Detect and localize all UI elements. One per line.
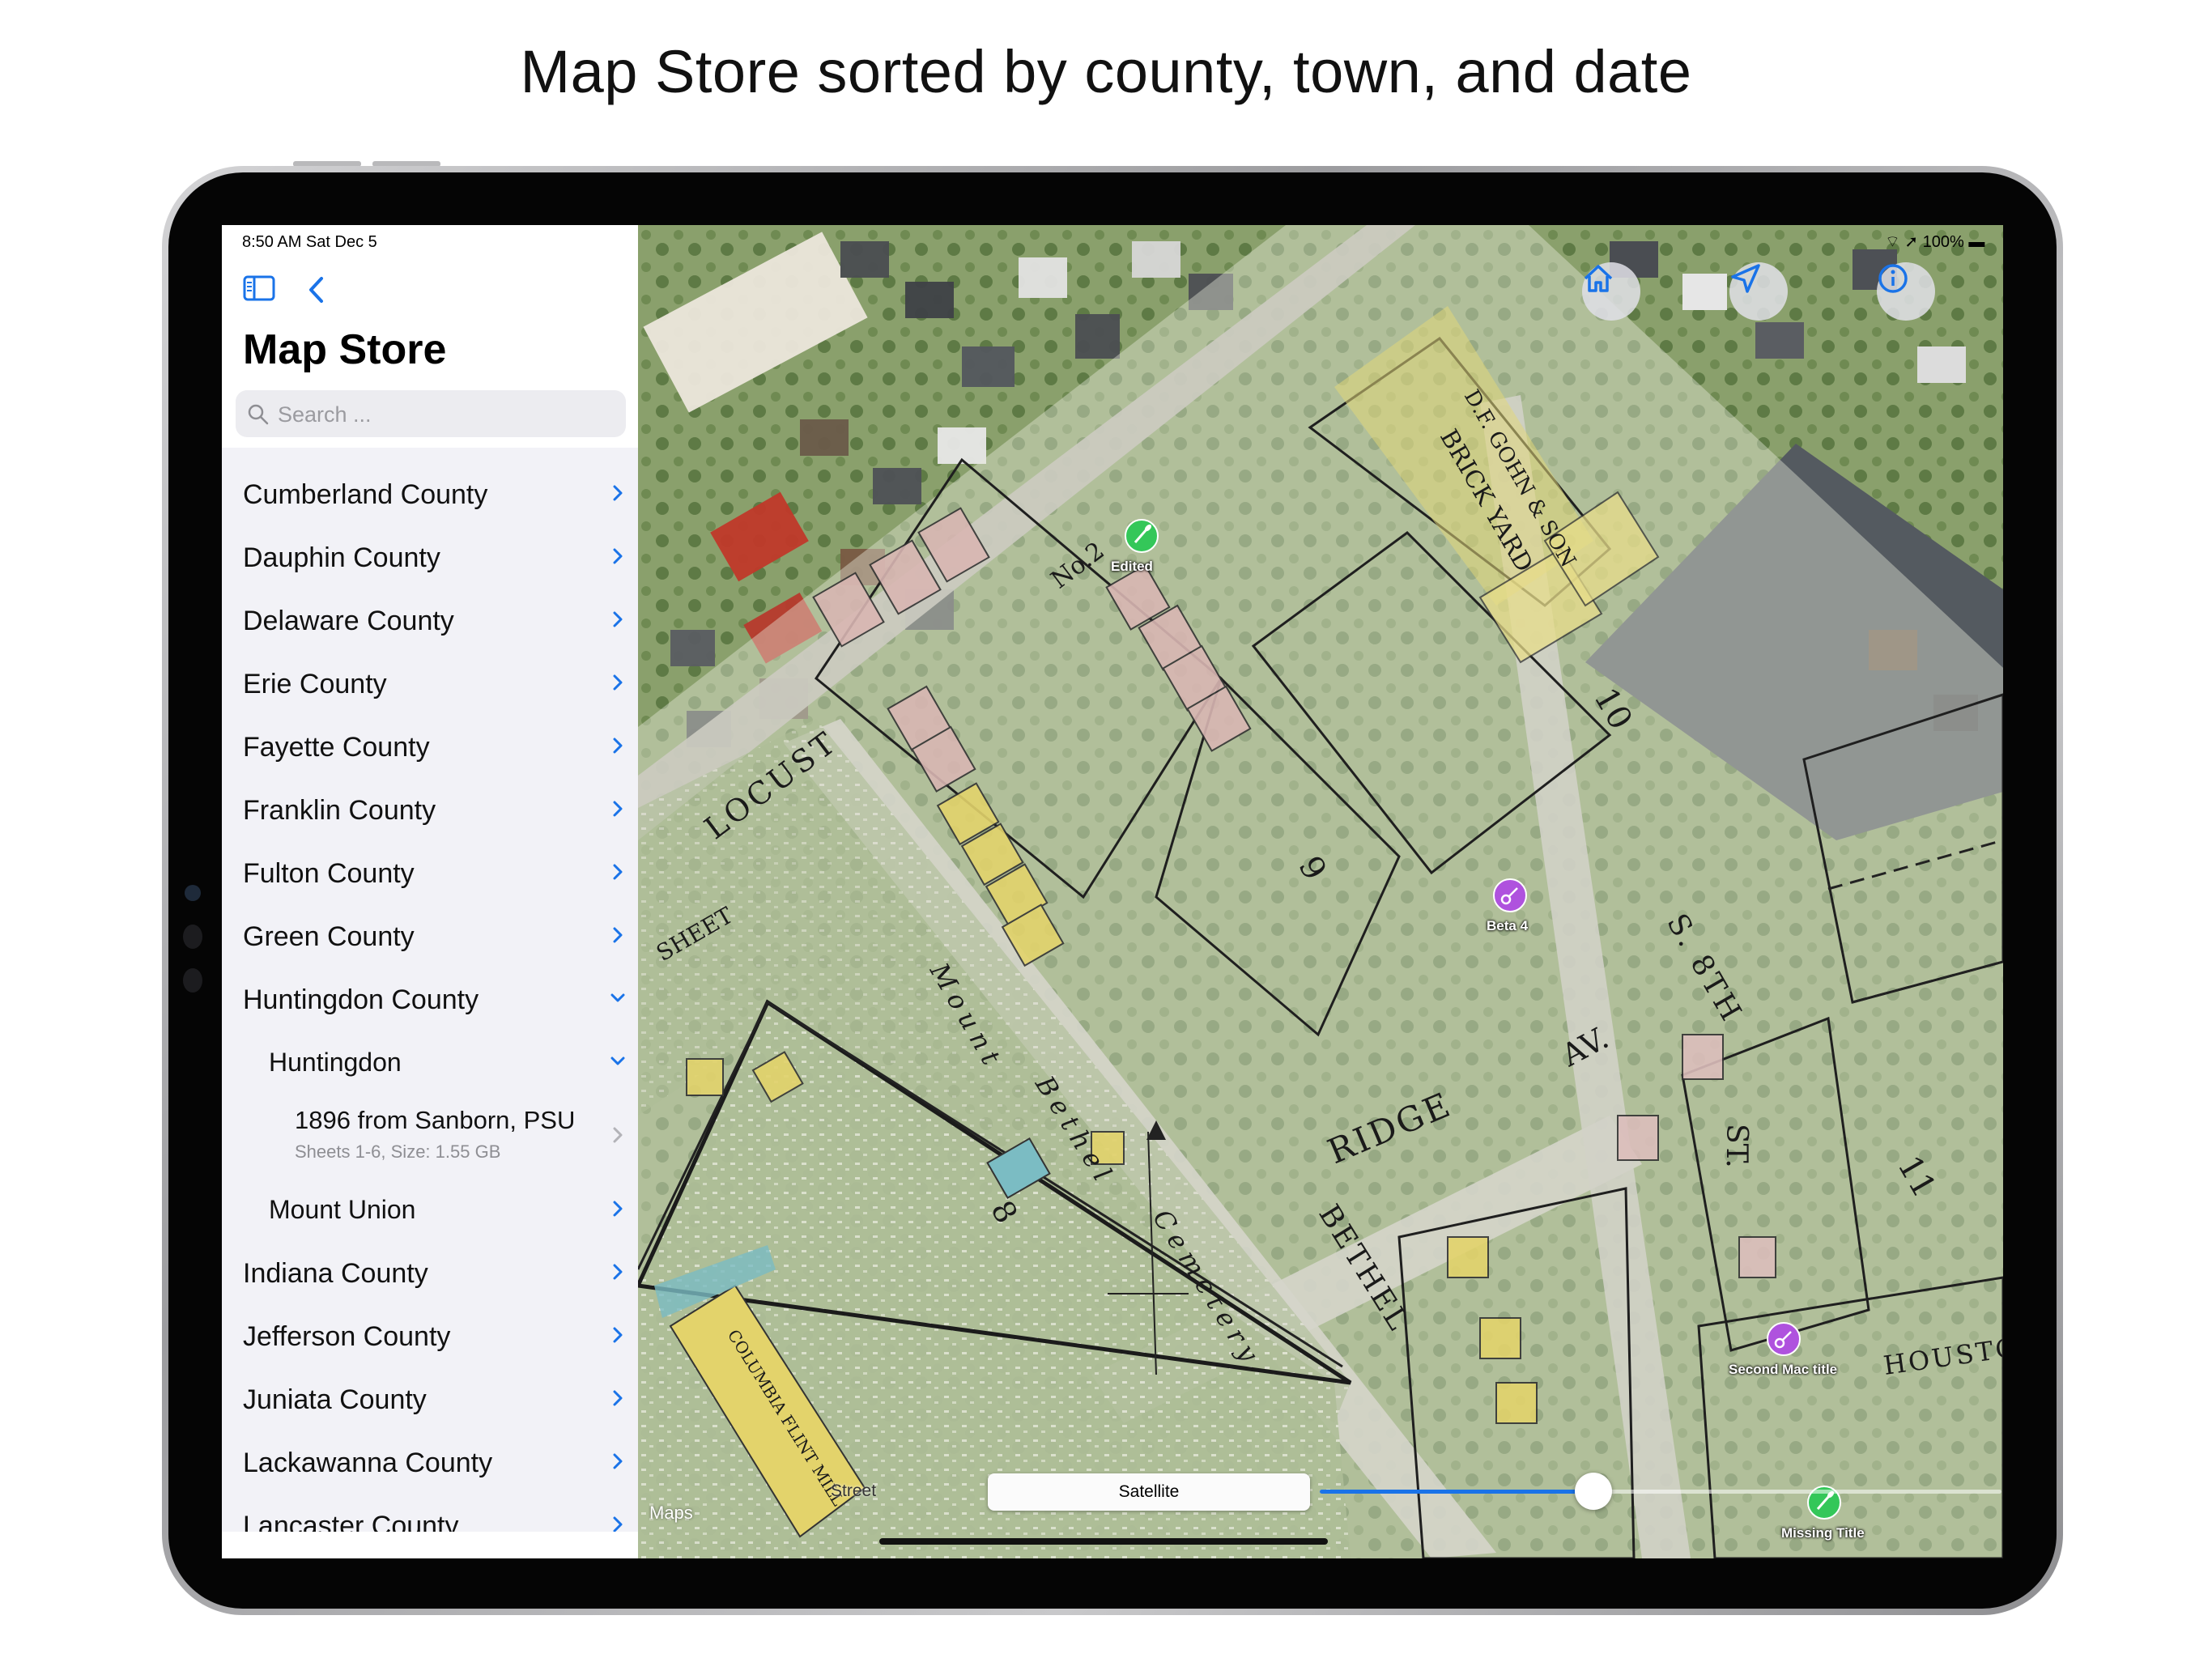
chevron-right-icon — [613, 1327, 623, 1343]
sidebar-bottom — [222, 1532, 638, 1558]
map-pin-label: Missing Title — [1781, 1525, 1865, 1541]
list-item-label: Erie County — [243, 669, 387, 699]
sidebar: 8:50 AM Sat Dec 5 Map Store Search ... C… — [222, 225, 638, 1558]
home-button[interactable] — [1582, 262, 1640, 321]
shovel-icon — [1125, 519, 1159, 553]
opacity-slider-knob[interactable] — [1574, 1473, 1612, 1510]
list-item[interactable]: Erie County — [222, 651, 638, 714]
battery-icon: ▬ — [1963, 233, 1985, 251]
chevron-right-icon — [613, 1516, 623, 1533]
chevron-right-icon — [613, 548, 623, 564]
list-item-label: 1896 from Sanborn, PSU — [295, 1106, 576, 1134]
status-battery: ⌔ ➚ 100% ▬ — [1885, 232, 1984, 252]
map-text-st: ST. — [1720, 1124, 1753, 1168]
map-type-button[interactable]: Satellite — [988, 1473, 1310, 1511]
list-item[interactable]: Delaware County — [222, 588, 638, 651]
home-indicator — [879, 1538, 1328, 1545]
chevron-right-icon — [613, 1264, 623, 1280]
map-view[interactable]: LOCUST SHEET No.2 RIDGE AV. BETHEL S. 8T… — [638, 225, 2003, 1558]
info-icon — [1878, 264, 1908, 293]
list-item[interactable]: Huntingdon — [222, 1030, 638, 1093]
sensor-dot — [183, 925, 202, 949]
screen: 8:50 AM Sat Dec 5 Map Store Search ... C… — [222, 225, 2003, 1558]
chevron-right-icon — [613, 485, 623, 501]
chevron-right-icon — [613, 611, 623, 627]
list-item[interactable]: Franklin County — [222, 777, 638, 840]
map-pin-second[interactable] — [1766, 1321, 1802, 1357]
list-item-label: Fayette County — [243, 732, 430, 763]
list-item-subtitle: Sheets 1-6, Size: 1.55 GB — [295, 1141, 501, 1162]
chevron-down-icon — [610, 1056, 625, 1065]
map-canvas: LOCUST SHEET No.2 RIDGE AV. BETHEL S. 8T… — [638, 225, 2003, 1558]
list-item-label: Juniata County — [243, 1384, 427, 1415]
list-item-label: Huntingdon — [269, 1048, 402, 1077]
search-icon — [248, 404, 269, 425]
info-button[interactable] — [1877, 262, 1935, 321]
map-pin-edited[interactable] — [1124, 518, 1159, 554]
sidebar-toggle-icon[interactable] — [243, 275, 275, 301]
list-item-label: Cumberland County — [243, 479, 488, 510]
list-item[interactable]: Green County — [222, 903, 638, 967]
search-input[interactable] — [276, 400, 619, 429]
list-item-label: Franklin County — [243, 795, 436, 826]
map-type-label: Satellite — [1118, 1482, 1180, 1501]
list-item-label: Indiana County — [243, 1258, 428, 1289]
list-item-label: Jefferson County — [243, 1321, 451, 1352]
battery-percent: 100% — [1922, 233, 1964, 251]
opacity-slider-fill — [1320, 1490, 1593, 1494]
chevron-right-icon — [613, 864, 623, 880]
chevron-right-icon — [613, 1201, 623, 1217]
chevron-right-icon — [613, 738, 623, 754]
camera-icon — [185, 885, 201, 901]
chevron-right-icon — [613, 674, 623, 691]
list-item-label: Green County — [243, 921, 415, 952]
chevron-right-icon — [613, 801, 623, 817]
list-item-label: Mount Union — [269, 1195, 416, 1224]
sidebar-title: Map Store — [243, 326, 447, 373]
list-item[interactable]: Dauphin County — [222, 525, 638, 588]
page-caption: Map Store sorted by county, town, and da… — [520, 38, 1692, 105]
map-pin-beta[interactable] — [1492, 878, 1528, 913]
street-label: Street — [831, 1482, 877, 1500]
list-item[interactable]: Huntingdon County — [222, 967, 638, 1030]
chevron-right-icon — [613, 927, 623, 943]
chevron-right-icon — [613, 1127, 623, 1143]
back-chevron-icon[interactable] — [306, 275, 325, 304]
search-field[interactable] — [236, 390, 626, 437]
opacity-slider[interactable] — [1320, 1490, 2001, 1494]
sidebar-header: 8:50 AM Sat Dec 5 Map Store — [222, 225, 638, 448]
sensor-dot — [183, 968, 202, 993]
list-item[interactable]: Indiana County — [222, 1240, 638, 1303]
location-arrow-icon — [1731, 264, 1760, 293]
wifi-icon: ⌔ ➚ — [1885, 233, 1923, 251]
list-item[interactable]: 1896 from Sanborn, PSU Sheets 1-6, Size: … — [222, 1093, 638, 1177]
home-icon — [1584, 265, 1613, 292]
map-pin-label: Beta 4 — [1487, 918, 1529, 933]
list-item-label: Fulton County — [243, 858, 415, 889]
list-item[interactable]: Lackawanna County — [222, 1430, 638, 1493]
list-item-label: Huntingdon County — [243, 984, 479, 1015]
guitar-icon — [1493, 878, 1527, 912]
list-item-label: Lackawanna County — [243, 1448, 493, 1478]
chevron-down-icon — [610, 993, 625, 1002]
list-item[interactable]: Juniata County — [222, 1367, 638, 1430]
map-pin-label: Edited — [1111, 559, 1153, 574]
list-item-label: Delaware County — [243, 606, 454, 636]
list-item-label: Dauphin County — [243, 542, 440, 573]
list-item[interactable]: Mount Union — [222, 1177, 638, 1240]
list-item[interactable]: Fayette County — [222, 714, 638, 777]
maps-credit: Maps — [649, 1503, 693, 1523]
list-item[interactable]: Fulton County — [222, 840, 638, 903]
guitar-icon — [1767, 1322, 1801, 1356]
list-item[interactable]: Jefferson County — [222, 1303, 638, 1367]
chevron-right-icon — [613, 1453, 623, 1469]
status-time: 8:50 AM Sat Dec 5 — [242, 233, 377, 251]
list-item[interactable]: Cumberland County — [222, 461, 638, 525]
chevron-right-icon — [613, 1390, 623, 1406]
map-pin-label: Second Mac title — [1729, 1362, 1838, 1377]
locate-button[interactable] — [1729, 262, 1788, 321]
